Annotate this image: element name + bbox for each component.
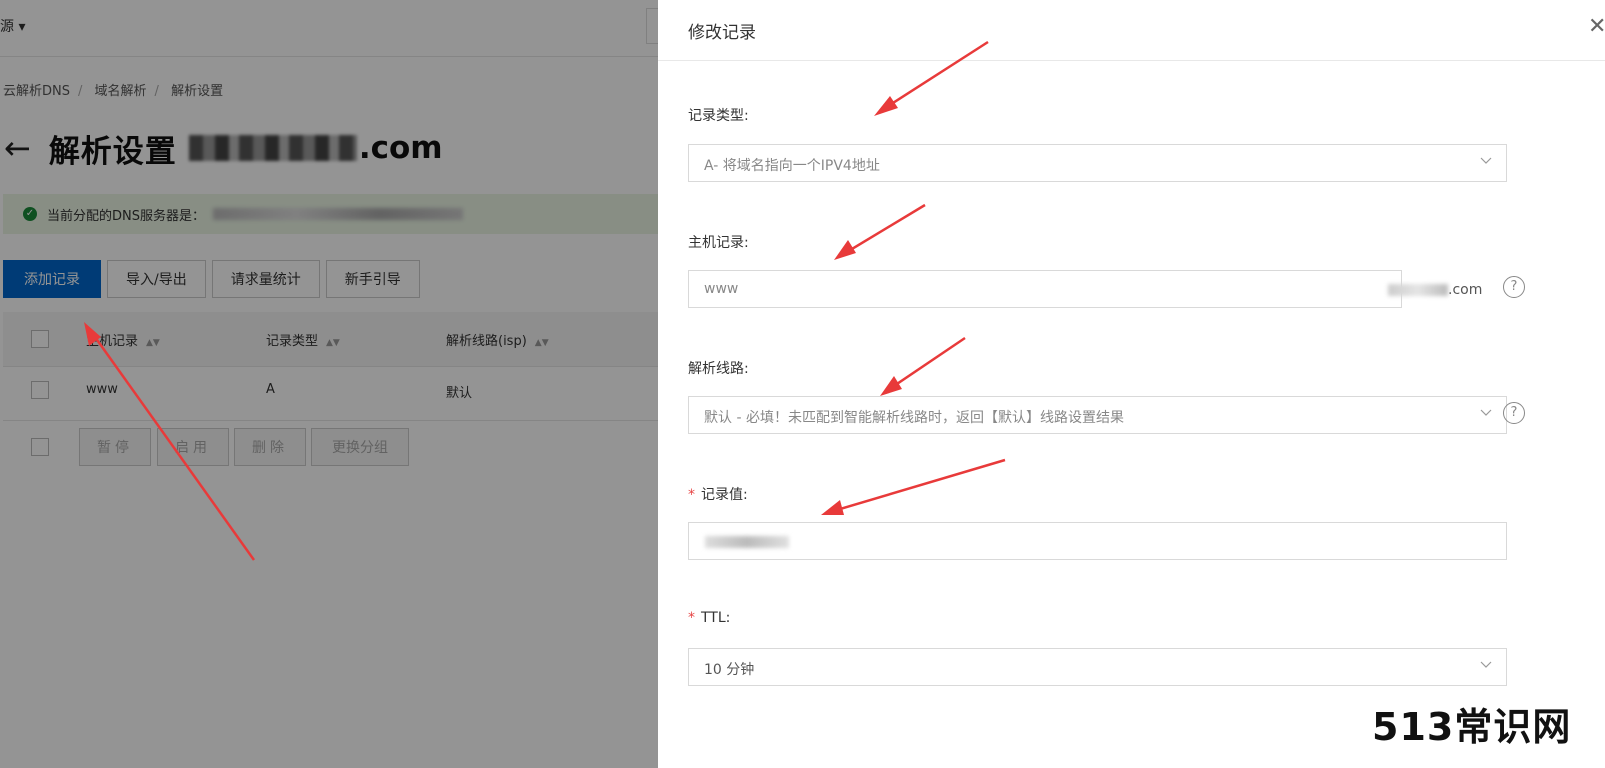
- help-icon[interactable]: ?: [1503, 402, 1525, 424]
- host-record-label: 主机记录:: [688, 235, 749, 251]
- record-value-label: * 记录值:: [688, 487, 748, 503]
- line-label: 解析线路:: [688, 361, 749, 377]
- domain-suffix: .com: [1388, 282, 1482, 298]
- watermark: 513常识网: [1372, 705, 1572, 749]
- line-select[interactable]: 默认 - 必填！未匹配到智能解析线路时，返回【默认】线路设置结果: [688, 396, 1507, 434]
- drawer-title: 修改记录: [688, 23, 756, 43]
- edit-record-drawer: 修改记录 ✕ 记录类型: A- 将域名指向一个IPV4地址 主机记录: www …: [658, 0, 1605, 768]
- chevron-down-icon: [1480, 661, 1492, 668]
- record-type-select[interactable]: A- 将域名指向一个IPV4地址: [688, 144, 1507, 182]
- host-record-input[interactable]: www: [688, 270, 1402, 308]
- chevron-down-icon: [1480, 157, 1492, 164]
- modal-overlay[interactable]: [0, 0, 658, 768]
- close-icon[interactable]: ✕: [1588, 16, 1605, 38]
- record-value-input[interactable]: [688, 522, 1507, 560]
- ttl-label: * TTL:: [688, 610, 731, 626]
- drawer-header: 修改记录 ✕: [658, 0, 1605, 61]
- redacted-value: [705, 536, 789, 548]
- chevron-down-icon: [1480, 409, 1492, 416]
- record-type-label: 记录类型:: [688, 108, 749, 124]
- redacted-domain: [1388, 284, 1448, 296]
- ttl-select[interactable]: 10 分钟: [688, 648, 1507, 686]
- help-icon[interactable]: ?: [1503, 276, 1525, 298]
